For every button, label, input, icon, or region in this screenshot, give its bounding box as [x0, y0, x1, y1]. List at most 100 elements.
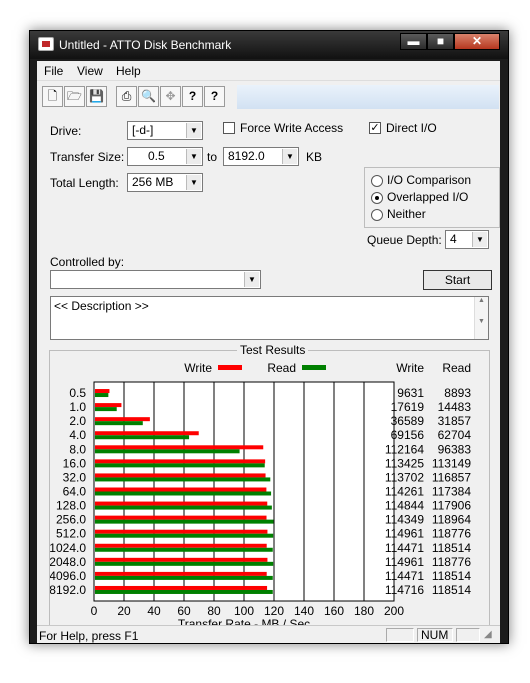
write-value: 17619	[391, 400, 425, 414]
write-bar	[95, 487, 267, 492]
read-bar	[95, 407, 117, 412]
y-tick-label: 8.0	[69, 442, 86, 456]
transfer-to-value: 8192.0	[228, 149, 265, 163]
write-bar	[95, 445, 264, 450]
drive-select[interactable]: [-d-] ▼	[127, 121, 203, 140]
status-help-text: For Help, press F1	[39, 629, 139, 643]
y-tick-label: 32.0	[63, 470, 87, 484]
drive-value: [-d-]	[132, 123, 154, 137]
x-tick-label: 200	[384, 604, 404, 618]
chevron-down-icon: ▼	[186, 149, 201, 164]
description-textarea[interactable]: << Description >> ▲ ▼	[50, 296, 489, 340]
y-tick-label: 1.0	[69, 400, 86, 414]
start-button[interactable]: Start	[423, 270, 492, 290]
write-value: 114961	[385, 555, 424, 569]
transfer-to-select[interactable]: 8192.0 ▼	[223, 147, 299, 166]
toolbar: 🗋 🗁 💾 ⎙ 🔍 ✥ ? ?	[37, 80, 500, 112]
chevron-down-icon: ▼	[186, 123, 201, 138]
new-file-icon[interactable]: 🗋	[42, 86, 63, 107]
read-value: 118514	[432, 569, 471, 583]
direct-io-label: Direct I/O	[386, 121, 437, 135]
read-bar	[95, 575, 273, 580]
read-value: 8893	[444, 386, 471, 400]
overlapped-io-radio[interactable]	[371, 192, 383, 204]
write-value: 114716	[385, 583, 424, 597]
open-folder-icon[interactable]: 🗁	[64, 86, 85, 107]
y-tick-label: 4096.0	[50, 569, 86, 583]
maximize-button[interactable]: ■	[427, 33, 454, 50]
test-results-group: Test Results 0 20 40 60 80 100 120 140 160 180 200…	[49, 343, 490, 632]
write-bar	[95, 459, 266, 464]
legend-write-label: Write	[184, 361, 212, 375]
read-value: 96383	[438, 442, 472, 456]
x-tick-label: 120	[264, 604, 284, 618]
y-tick-label: 8192.0	[50, 583, 86, 597]
y-tick-label: 4.0	[69, 428, 86, 442]
write-bar	[95, 557, 268, 562]
help-icon[interactable]: ?	[182, 86, 203, 107]
y-tick-label: 64.0	[63, 485, 87, 499]
read-value: 117384	[432, 485, 471, 499]
read-bar	[95, 533, 274, 538]
print-icon[interactable]: ⎙	[116, 86, 137, 107]
transfer-from-select[interactable]: 0.5 ▼	[127, 147, 203, 166]
read-value: 62704	[438, 428, 472, 442]
menu-bar: File View Help	[37, 61, 500, 80]
read-value: 118776	[432, 555, 471, 569]
menu-file[interactable]: File	[44, 64, 63, 78]
total-length-select[interactable]: 256 MB ▼	[127, 173, 203, 192]
read-bar	[95, 547, 273, 552]
neither-radio[interactable]	[371, 209, 383, 221]
legend-write-swatch	[218, 365, 242, 370]
transfer-size-label: Transfer Size:	[50, 150, 125, 164]
title-bar[interactable]: Untitled - ATTO Disk Benchmark ▬ ■ ✕	[30, 31, 508, 59]
direct-io-checkbox[interactable]: ✓	[369, 122, 381, 134]
read-value: 118514	[432, 541, 471, 555]
force-write-checkbox[interactable]	[223, 122, 235, 134]
chevron-down-icon: ▼	[472, 232, 487, 247]
x-tick-label: 80	[207, 604, 221, 618]
transfer-from-value: 0.5	[148, 149, 165, 163]
write-bar	[95, 473, 266, 478]
print-preview-icon[interactable]: 🔍	[138, 86, 159, 107]
resize-grip-icon[interactable]: ◢	[484, 629, 492, 640]
write-bar	[95, 403, 122, 408]
write-bar	[95, 389, 110, 394]
read-value: 31857	[438, 414, 472, 428]
status-pane-scroll	[456, 628, 480, 642]
close-button[interactable]: ✕	[454, 33, 500, 50]
write-value: 114471	[385, 541, 424, 555]
write-value: 114261	[385, 485, 424, 499]
menu-help[interactable]: Help	[116, 64, 141, 78]
write-value: 114349	[385, 513, 424, 527]
legend-read-label: Read	[267, 361, 296, 375]
write-bar	[95, 585, 268, 590]
total-length-label: Total Length:	[50, 176, 119, 190]
save-icon[interactable]: 💾	[86, 86, 107, 107]
x-tick-label: 20	[117, 604, 131, 618]
context-help-icon[interactable]: ?	[204, 86, 225, 107]
menu-view[interactable]: View	[77, 64, 103, 78]
description-scrollbar[interactable]: ▲ ▼	[474, 297, 488, 339]
results-chart: 0 20 40 60 80 100 120 140 160 180 200Transfer Rate…	[50, 361, 472, 631]
write-bar	[95, 529, 268, 534]
write-value: 69156	[391, 428, 425, 442]
y-tick-label: 256.0	[56, 513, 86, 527]
queue-depth-select[interactable]: 4 ▼	[445, 230, 489, 249]
y-tick-label: 2048.0	[50, 555, 86, 569]
write-bar	[95, 571, 267, 576]
neither-label: Neither	[387, 207, 426, 221]
io-comparison-radio[interactable]	[371, 175, 383, 187]
move-icon[interactable]: ✥	[160, 86, 181, 107]
read-value: 118776	[432, 527, 471, 541]
controlled-by-select[interactable]: ▼	[50, 270, 261, 289]
minimize-button[interactable]: ▬	[400, 33, 427, 50]
read-bar	[95, 561, 274, 566]
write-bar	[95, 501, 268, 506]
controlled-by-label: Controlled by:	[50, 255, 125, 269]
read-value: 14483	[438, 400, 472, 414]
read-bar	[95, 449, 240, 454]
x-tick-label: 40	[147, 604, 161, 618]
read-bar	[95, 393, 109, 398]
read-value: 113149	[432, 456, 471, 470]
